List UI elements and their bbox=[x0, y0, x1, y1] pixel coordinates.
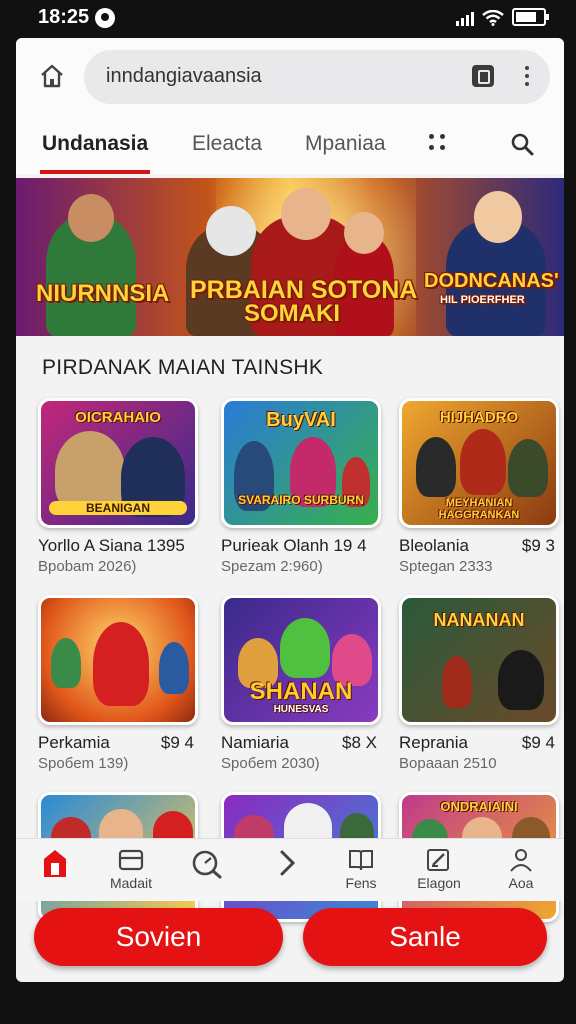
bottom-nav-profile[interactable]: Aoa bbox=[486, 847, 556, 891]
signal-icon bbox=[456, 10, 474, 26]
phone-frame: 18:25 inndangiavaansia Undanasia Eleacta… bbox=[0, 0, 576, 1024]
person-icon bbox=[510, 849, 532, 872]
game-thumbnail[interactable]: BuyVAI SVARAIRO SURBURN bbox=[221, 398, 381, 528]
game-title[interactable]: Bleolania bbox=[399, 536, 469, 556]
game-title[interactable]: Perkamia bbox=[38, 733, 110, 753]
game-thumbnail[interactable] bbox=[38, 595, 198, 725]
search-icon[interactable] bbox=[510, 132, 534, 156]
bottom-nav-home[interactable] bbox=[20, 847, 90, 879]
bottom-navigation: Madait Fens Elagon Aoa bbox=[16, 838, 564, 901]
game-title[interactable]: Reprania bbox=[399, 733, 468, 753]
card-icon bbox=[118, 849, 144, 871]
game-subtitle: Spezam 2:960) bbox=[221, 558, 323, 575]
bottom-nav-search[interactable] bbox=[172, 847, 242, 879]
bottom-nav-label: Elagon bbox=[417, 875, 461, 891]
game-logo-top: NANANAN bbox=[433, 610, 525, 630]
bottom-nav-label: Madait bbox=[109, 875, 153, 891]
status-bar: 18:25 bbox=[0, 0, 576, 36]
url-text[interactable]: inndangiavaansia bbox=[106, 65, 262, 88]
browser-toolbar: inndangiavaansia bbox=[16, 38, 564, 114]
status-time: 18:25 bbox=[38, 6, 90, 28]
game-price: $9 4 bbox=[521, 733, 555, 752]
edit-icon bbox=[427, 849, 449, 871]
chevron-right-icon bbox=[280, 850, 296, 876]
game-subtitle: Bopaaan 2510 bbox=[399, 755, 497, 772]
bottom-nav-label: Aoa bbox=[508, 875, 534, 891]
game-logo-top: BuyVAI bbox=[266, 409, 336, 431]
game-price: $8 X bbox=[342, 733, 377, 752]
bottom-nav-fens[interactable]: Fens bbox=[326, 847, 396, 891]
banner-character-left bbox=[46, 194, 136, 336]
game-subtitle: Sptegan 2333 bbox=[399, 558, 493, 575]
game-title[interactable]: Yorllo A Siana 1395 bbox=[38, 536, 185, 556]
wifi-icon bbox=[482, 10, 504, 26]
game-thumbnail[interactable]: SHANAN HUNESVAS bbox=[221, 595, 381, 725]
search-icon bbox=[192, 850, 222, 879]
tab-mpaniaa[interactable]: Mpaniaa bbox=[305, 132, 386, 156]
bottom-nav-madait[interactable]: Madait bbox=[96, 847, 166, 891]
more-menu-icon[interactable] bbox=[524, 64, 530, 88]
game-thumbnail[interactable]: NANANAN bbox=[399, 595, 559, 725]
tab-undanasia[interactable]: Undanasia bbox=[39, 132, 151, 174]
browser-screen: inndangiavaansia Undanasia Eleacta Mpani… bbox=[16, 38, 564, 982]
battery-icon bbox=[512, 8, 549, 26]
banner-title-right: DODNCANAS' bbox=[424, 270, 559, 292]
game-logo-top: ONDRAIAINI bbox=[440, 799, 518, 814]
section-title: PIRDANAK MAIAN TAINSHK bbox=[42, 356, 324, 379]
game-logo-bottom: SHANAN bbox=[249, 678, 353, 705]
banner-title-left: NIURNNSIA bbox=[36, 280, 170, 307]
game-logo-sub: HUNESVAS bbox=[273, 704, 329, 715]
game-logo-top: OICRAHAIO bbox=[75, 409, 161, 426]
home-icon[interactable] bbox=[38, 62, 66, 90]
game-title[interactable]: Namiaria bbox=[221, 733, 289, 753]
sanle-button[interactable]: Sanle bbox=[303, 908, 547, 966]
game-subtitle: Spoбem 2030) bbox=[221, 755, 320, 772]
banner-title-center-2: SOMAKI bbox=[244, 300, 340, 327]
tab-eleacta[interactable]: Eleacta bbox=[192, 132, 262, 156]
tabs-icon[interactable] bbox=[472, 65, 494, 87]
home-icon[interactable] bbox=[42, 847, 68, 879]
address-bar[interactable]: inndangiavaansia bbox=[84, 50, 550, 104]
game-thumbnail[interactable]: HIJHADRO MEYHANIAN HAGGRANKAN bbox=[399, 398, 559, 528]
game-logo-bottom: MEYHANIAN HAGGRANKAN bbox=[438, 497, 520, 521]
book-icon bbox=[349, 850, 373, 871]
notification-icon bbox=[95, 7, 116, 28]
bottom-nav-label: Fens bbox=[345, 875, 377, 891]
game-logo-bottom: SVARAIRO SURBURN bbox=[238, 493, 364, 507]
game-logo-top: HIJHADRO bbox=[439, 409, 519, 426]
game-thumbnail[interactable]: OICRAHAIO BEANIGAN bbox=[38, 398, 198, 528]
game-subtitle: Spoбem 139) bbox=[38, 755, 129, 772]
bottom-nav-elagon[interactable]: Elagon bbox=[404, 847, 474, 891]
grid-dots-icon[interactable] bbox=[429, 134, 447, 152]
game-price: $9 3 bbox=[521, 536, 555, 555]
game-price: $9 4 bbox=[160, 733, 194, 752]
promo-banner[interactable]: NIURNNSIA PRBAIAN SOTONA SOMAKI DODNCANA… bbox=[16, 178, 564, 336]
category-tabs: Undanasia Eleacta Mpaniaa bbox=[16, 114, 564, 174]
banner-subtitle-right: HIL PIOERFHER bbox=[440, 294, 525, 306]
sovien-button[interactable]: Sovien bbox=[34, 908, 283, 966]
game-logo-bottom: BEANIGAN bbox=[49, 501, 187, 515]
game-subtitle: Bpobam 2026) bbox=[38, 558, 137, 575]
game-title[interactable]: Purieak Olanh 19 4 bbox=[221, 536, 367, 556]
bottom-nav-next[interactable] bbox=[252, 847, 322, 879]
